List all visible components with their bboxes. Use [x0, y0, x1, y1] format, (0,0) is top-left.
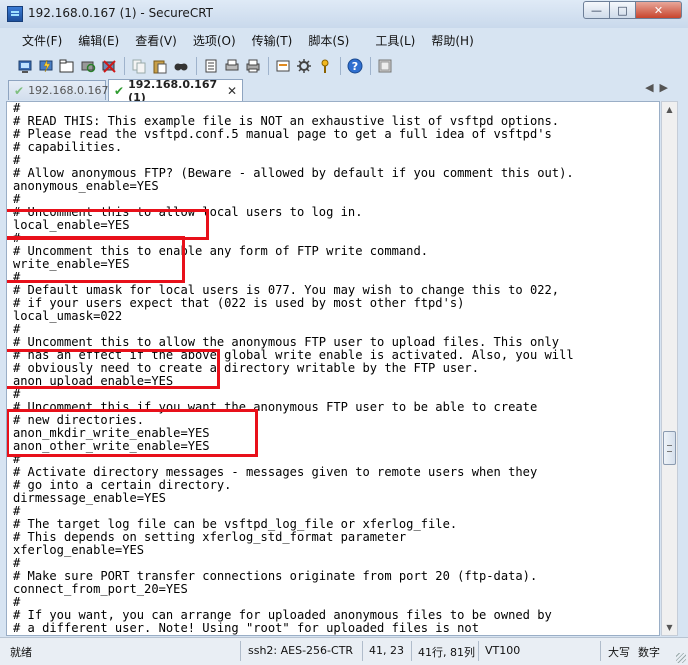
keymap-icon[interactable]	[316, 57, 334, 75]
session-tab-bar: ✔ 192.168.0.167 ✔ 192.168.0.167 (1) ✕ ◀▶	[0, 77, 688, 104]
tab-label: 192.168.0.167	[28, 84, 109, 97]
toolbar-separator	[370, 56, 371, 75]
menu-bar: 文件(F) 编辑(E) 查看(V) 选项(O) 传输(T) 脚本(S) 工具(L…	[0, 30, 688, 52]
status-num: 数字	[638, 646, 660, 659]
status-separator	[411, 641, 412, 661]
terminal-line: # capabilities.	[13, 140, 123, 154]
status-bar: 就绪 ssh2: AES-256-CTR 41, 23 41行, 81列 VT1…	[0, 637, 688, 665]
status-ready: 就绪	[10, 646, 32, 659]
title-bar: 192.168.0.167 (1) - SecureCRT — □ ✕	[0, 0, 688, 28]
vertical-scrollbar[interactable]: ▲ ▼	[661, 101, 678, 636]
svg-text:?: ?	[352, 60, 358, 73]
terminal-line: dirmessage_enable=YES	[13, 491, 166, 505]
menu-options[interactable]: 选项(O)	[185, 30, 244, 52]
tab-session-2[interactable]: ✔ 192.168.0.167 (1) ✕	[108, 77, 243, 104]
menu-view[interactable]: 查看(V)	[127, 30, 185, 52]
terminal-line: connect_from_port_20=YES	[13, 582, 188, 596]
status-cursor-position: 41, 23	[369, 644, 404, 657]
menu-edit[interactable]: 编辑(E)	[70, 30, 127, 52]
toolbar-separator	[196, 56, 197, 75]
sftp-icon[interactable]	[376, 57, 394, 75]
highlight-box-write-enable	[7, 236, 185, 283]
securecrt-app-icon	[7, 6, 23, 22]
find-icon[interactable]	[172, 57, 190, 75]
print-setup-icon[interactable]	[202, 57, 220, 75]
connect-tab-icon[interactable]	[58, 57, 76, 75]
securecrt-window: 192.168.0.167 (1) - SecureCRT — □ ✕ 文件(F…	[0, 0, 688, 665]
status-protocol: ssh2: AES-256-CTR	[248, 644, 354, 657]
menu-tools[interactable]: 工具(L)	[367, 30, 423, 52]
terminal-line: xferlog_enable=YES	[13, 543, 145, 557]
connected-check-icon: ✔	[114, 83, 125, 98]
menu-script[interactable]: 脚本(S)	[300, 30, 357, 52]
terminal-line: # a different user. Note! Using "root" f…	[13, 621, 479, 635]
status-separator	[362, 641, 363, 661]
scroll-down-arrow-icon[interactable]: ▼	[662, 620, 677, 635]
print-selection-icon[interactable]	[223, 57, 241, 75]
toolbar-separator	[340, 56, 341, 75]
status-terminal-size: 41行, 81列	[418, 646, 475, 659]
toolbar: ?	[0, 53, 688, 78]
session-options-icon[interactable]	[274, 57, 292, 75]
terminal-line: local_umask=022	[13, 309, 123, 323]
status-terminal-type: VT100	[485, 644, 521, 657]
terminal-line: anonymous_enable=YES	[13, 179, 159, 193]
help-icon[interactable]: ?	[346, 57, 364, 75]
menu-help[interactable]: 帮助(H)	[423, 30, 481, 52]
toolbar-separator	[124, 56, 125, 75]
close-button[interactable]: ✕	[636, 1, 682, 19]
highlight-box-anon-upload	[7, 349, 220, 389]
reconnect-icon[interactable]	[79, 57, 97, 75]
window-controls: — □ ✕	[583, 1, 682, 19]
paste-icon[interactable]	[151, 57, 169, 75]
quick-connect-icon[interactable]	[37, 57, 55, 75]
terminal-view[interactable]: # # READ THIS: This example file is NOT a…	[6, 101, 660, 636]
connected-check-icon: ✔	[14, 83, 25, 98]
toolbar-separator	[268, 56, 269, 75]
highlight-box-anon-mkdir	[7, 409, 258, 457]
disconnect-icon[interactable]	[100, 57, 118, 75]
global-options-icon[interactable]	[295, 57, 313, 75]
status-separator	[478, 641, 479, 661]
status-separator	[600, 641, 601, 661]
menu-file[interactable]: 文件(F)	[14, 30, 70, 52]
scroll-up-arrow-icon[interactable]: ▲	[662, 102, 677, 117]
tab-label: 192.168.0.167 (1)	[128, 77, 218, 104]
print-icon[interactable]	[244, 57, 262, 75]
close-tab-icon[interactable]: ✕	[227, 84, 237, 98]
connect-icon[interactable]	[16, 57, 34, 75]
minimize-button[interactable]: —	[583, 1, 610, 19]
resize-grip-icon[interactable]	[676, 653, 686, 663]
maximize-button[interactable]: □	[610, 1, 636, 19]
copy-icon[interactable]	[130, 57, 148, 75]
scrollbar-thumb[interactable]	[663, 431, 676, 465]
tab-scroll-arrows[interactable]: ◀▶	[645, 81, 674, 94]
status-separator	[240, 641, 241, 661]
tab-session-1[interactable]: ✔ 192.168.0.167	[8, 80, 109, 100]
menu-transfer[interactable]: 传输(T)	[244, 30, 301, 52]
status-caps: 大写	[608, 646, 630, 659]
window-title: 192.168.0.167 (1) - SecureCRT	[28, 6, 213, 20]
